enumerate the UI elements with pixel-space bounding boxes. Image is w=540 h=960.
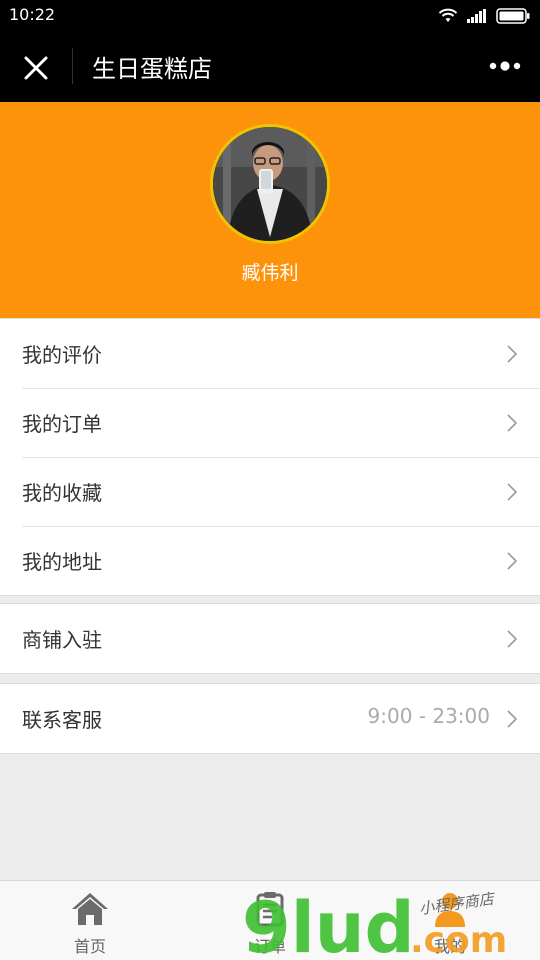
chevron-right-icon (507, 414, 518, 432)
menu-item-customer-service[interactable]: 联系客服 9:00 - 23:00 (0, 684, 540, 753)
menu-group-support: 联系客服 9:00 - 23:00 (0, 683, 540, 754)
username: 臧伟利 (241, 262, 299, 284)
chevron-right-icon (507, 710, 518, 728)
menu-item-favorites[interactable]: 我的收藏 (0, 457, 540, 526)
menu-group-merchant: 商铺入驻 (0, 603, 540, 674)
home-icon (72, 893, 108, 925)
menu-item-label: 我的订单 (22, 412, 102, 436)
service-hours: 9:00 - 23:00 (367, 704, 490, 728)
menu-item-label: 我的评价 (22, 343, 102, 367)
watermark-logo: 9lud .com 小程序商店 (242, 887, 507, 960)
signal-icon (467, 9, 486, 23)
menu-item-label: 联系客服 (22, 708, 102, 732)
status-bar: 10:22 (0, 0, 540, 32)
battery-icon (496, 8, 530, 24)
menu-group-account: 我的评价 我的订单 我的收藏 我的地址 (0, 318, 540, 596)
page-title: 生日蛋糕店 (92, 55, 212, 83)
chevron-right-icon (507, 345, 518, 363)
menu-item-reviews[interactable]: 我的评价 (0, 319, 540, 388)
watermark-brand: 9lud (242, 887, 415, 960)
menu-item-label: 商铺入驻 (22, 628, 102, 652)
chevron-right-icon (507, 552, 518, 570)
menu-item-addresses[interactable]: 我的地址 (0, 526, 540, 595)
menu-item-label: 我的收藏 (22, 481, 102, 505)
avatar-photo (213, 127, 327, 241)
menu-item-store-apply[interactable]: 商铺入驻 (0, 604, 540, 673)
tab-label: 首页 (73, 937, 106, 956)
more-icon[interactable] (488, 54, 522, 78)
close-icon[interactable] (18, 50, 54, 86)
status-time: 10:22 (9, 5, 56, 24)
wifi-icon (438, 8, 458, 22)
chevron-right-icon (507, 483, 518, 501)
tab-home[interactable]: 首页 (0, 881, 180, 960)
watermark-tagline: 小程序商店 (418, 889, 497, 918)
avatar[interactable] (210, 124, 330, 244)
chevron-right-icon (507, 630, 518, 648)
profile-header: 臧伟利 (0, 102, 540, 318)
nav-divider (72, 48, 73, 84)
nav-bar: 生日蛋糕店 (0, 32, 540, 102)
menu-item-orders[interactable]: 我的订单 (0, 388, 540, 457)
menu-item-label: 我的地址 (22, 550, 102, 574)
watermark-suffix: .com (410, 920, 507, 960)
